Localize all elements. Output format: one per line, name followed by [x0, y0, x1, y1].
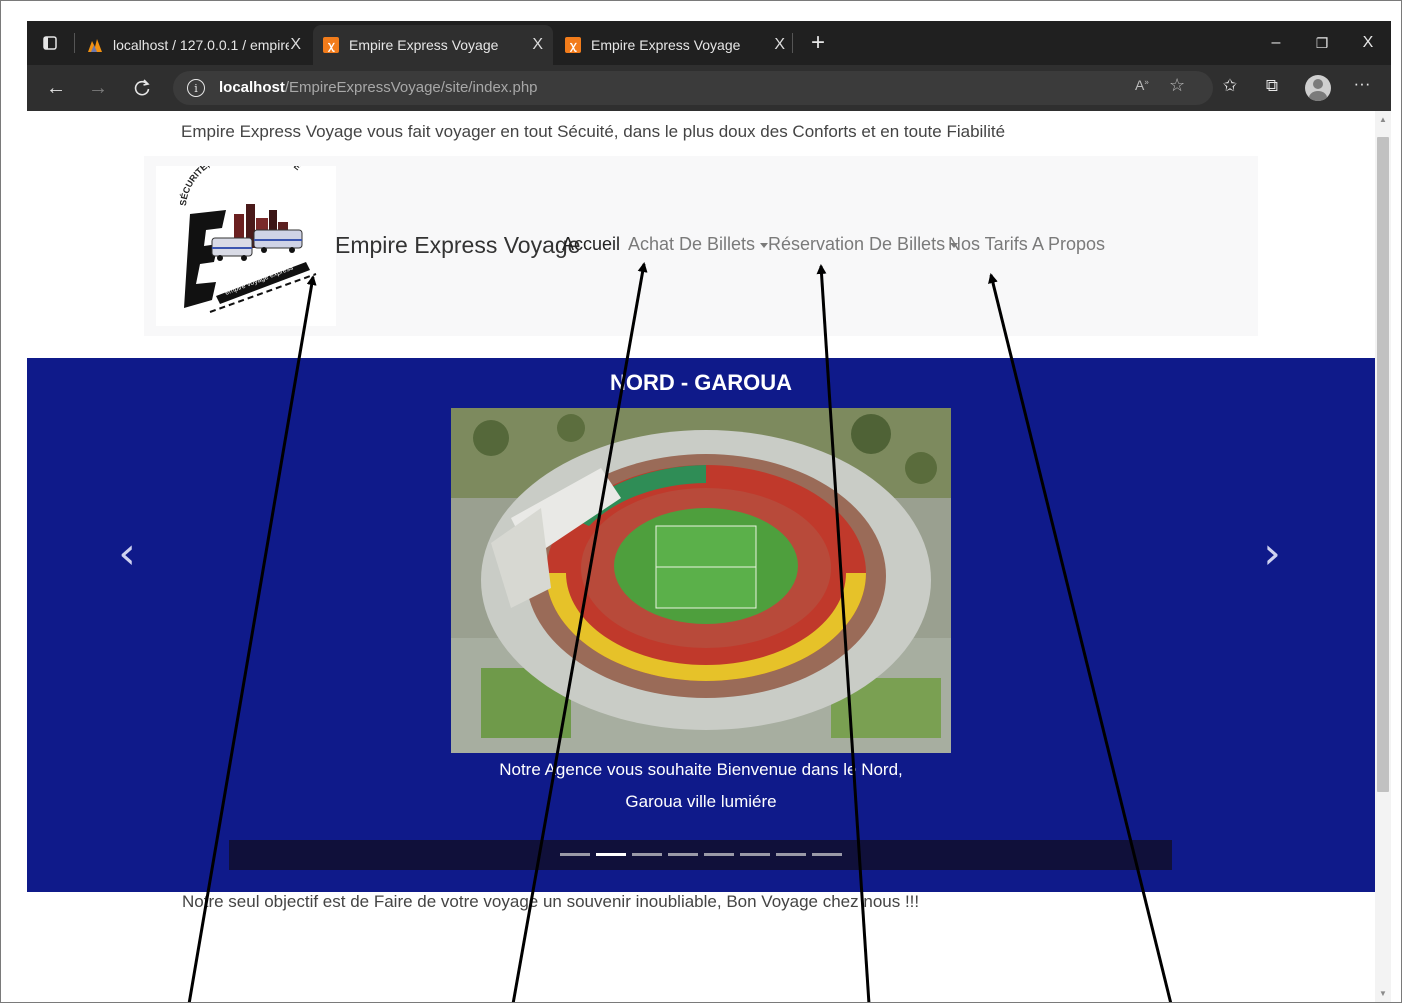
read-aloud-icon[interactable]: A» [1135, 77, 1149, 93]
scrollbar-thumb[interactable] [1377, 137, 1389, 792]
tab-strip: localhost / 127.0.0.1 / empirevoy X ꭓ Em… [27, 21, 1391, 65]
close-tab-icon[interactable]: X [290, 36, 301, 54]
collections-icon[interactable]: ⧉ [1259, 76, 1285, 96]
carousel-indicator[interactable] [668, 853, 698, 856]
back-arrow-icon[interactable]: ← [41, 74, 71, 102]
tab-actions-icon[interactable] [27, 21, 73, 65]
scroll-up-icon[interactable]: ▲ [1379, 115, 1387, 124]
slide-caption-line1: Notre Agence vous souhaite Bienvenue dan… [499, 760, 903, 779]
nav-achat-dropdown[interactable]: Achat De Billets [628, 234, 769, 255]
new-tab-icon[interactable]: + [795, 21, 841, 65]
tab-divider [74, 33, 75, 53]
brand-name[interactable]: Empire Express Voyage [335, 232, 580, 259]
carousel-indicator[interactable] [740, 853, 770, 856]
favorites-icon[interactable]: ✩ [1217, 76, 1243, 96]
browser-window: localhost / 127.0.0.1 / empirevoy X ꭓ Em… [27, 21, 1391, 1002]
logo-text: SÉCURITÉ, CONFORT, FIABILITÉ [178, 146, 303, 206]
info-icon[interactable]: i [187, 79, 205, 97]
scroll-down-icon[interactable]: ▼ [1379, 989, 1387, 998]
carousel-indicator[interactable] [812, 853, 842, 856]
carousel-indicator[interactable] [632, 853, 662, 856]
screenshot-frame: localhost / 127.0.0.1 / empirevoy X ꭓ Em… [0, 0, 1402, 1003]
svg-text:SÉCURITÉ, CONFORT, FIABILITÉ: SÉCURITÉ, CONFORT, FIABILITÉ [178, 166, 303, 206]
url-host: localhost [219, 79, 285, 96]
logo-subtext: empire voyage express [224, 264, 295, 297]
close-window-icon[interactable]: X [1345, 21, 1391, 65]
carousel-indicators [560, 853, 848, 856]
nav-tarifs[interactable]: Nos Tarifs [948, 234, 1028, 255]
slide-title: NORD - GAROUA [609, 370, 793, 395]
minimize-icon[interactable]: – [1253, 21, 1299, 65]
tab-empire-express[interactable]: ꭓ Empire Express Voyage X [555, 25, 795, 65]
address-bar[interactable]: i localhost/EmpireExpressVoyage/site/ind… [173, 71, 1213, 105]
nav-apropos[interactable]: A Propos [1032, 234, 1105, 255]
carousel-next-icon[interactable]: › [1252, 532, 1292, 576]
phpmyadmin-icon [87, 37, 103, 53]
tab-empire-express-active[interactable]: ꭓ Empire Express Voyage X [313, 25, 553, 65]
site-logo[interactable]: SÉCURITÉ, CONFORT, FIABILITÉ empire voya… [156, 146, 336, 326]
carousel-prev-icon[interactable]: ‹ [107, 532, 147, 576]
restore-icon[interactable]: ❐ [1299, 21, 1345, 65]
page-viewport: Empire Express Voyage vous fait voyager … [27, 111, 1391, 1002]
nav-accueil[interactable]: Accueil [562, 234, 620, 255]
objective-text: Notre seul objectif est de Faire de votr… [182, 892, 920, 911]
site-navbar: SÉCURITÉ, CONFORT, FIABILITÉ empire voya… [144, 146, 1258, 336]
close-tab-icon[interactable]: X [532, 36, 543, 54]
tab-label: Empire Express Voyage [591, 37, 741, 53]
refresh-icon[interactable] [127, 74, 157, 102]
xampp-icon: ꭓ [323, 37, 339, 53]
toolbar: ← → i localhost/EmpireExpressVoyage/site… [27, 65, 1391, 111]
forward-arrow-icon[interactable]: → [83, 74, 113, 102]
more-options-icon[interactable]: ··· [1349, 74, 1375, 94]
carousel-indicator[interactable] [596, 853, 626, 856]
add-favorite-icon[interactable]: ☆ [1169, 75, 1185, 96]
nav-reservation-dropdown[interactable]: Réservation De Billets [768, 234, 959, 255]
caret-down-icon [760, 242, 769, 248]
url-text: localhost/EmpireExpressVoyage/site/index… [219, 79, 538, 96]
carousel-indicators-bar [229, 840, 1172, 870]
nav-reservation-label: Réservation De Billets [768, 234, 946, 254]
close-tab-icon[interactable]: X [774, 36, 785, 54]
profile-avatar[interactable] [1305, 75, 1331, 101]
vertical-scrollbar[interactable]: ▲ ▼ [1375, 111, 1391, 1002]
tab-label: Empire Express Voyage [349, 37, 499, 53]
logo-graphic: SÉCURITÉ, CONFORT, FIABILITÉ empire voya… [178, 146, 317, 313]
tagline: Empire Express Voyage vous fait voyager … [181, 122, 1006, 141]
slide-image-stadium [451, 408, 951, 753]
tab-divider [792, 33, 793, 53]
tab-phpmyadmin[interactable]: localhost / 127.0.0.1 / empirevoy X [83, 25, 311, 65]
nav-achat-label: Achat De Billets [628, 234, 756, 254]
carousel-indicator[interactable] [776, 853, 806, 856]
url-path: /EmpireExpressVoyage/site/index.php [284, 79, 538, 96]
carousel-indicator[interactable] [704, 853, 734, 856]
carousel-indicator[interactable] [560, 853, 590, 856]
carousel: NORD - GAROUA ‹ › Notre Agence vous souh… [27, 358, 1375, 892]
xampp-icon: ꭓ [565, 37, 581, 53]
slide-caption-line2: Garoua ville lumiére [625, 792, 777, 811]
tab-label: localhost / 127.0.0.1 / empirevoy [113, 37, 289, 53]
